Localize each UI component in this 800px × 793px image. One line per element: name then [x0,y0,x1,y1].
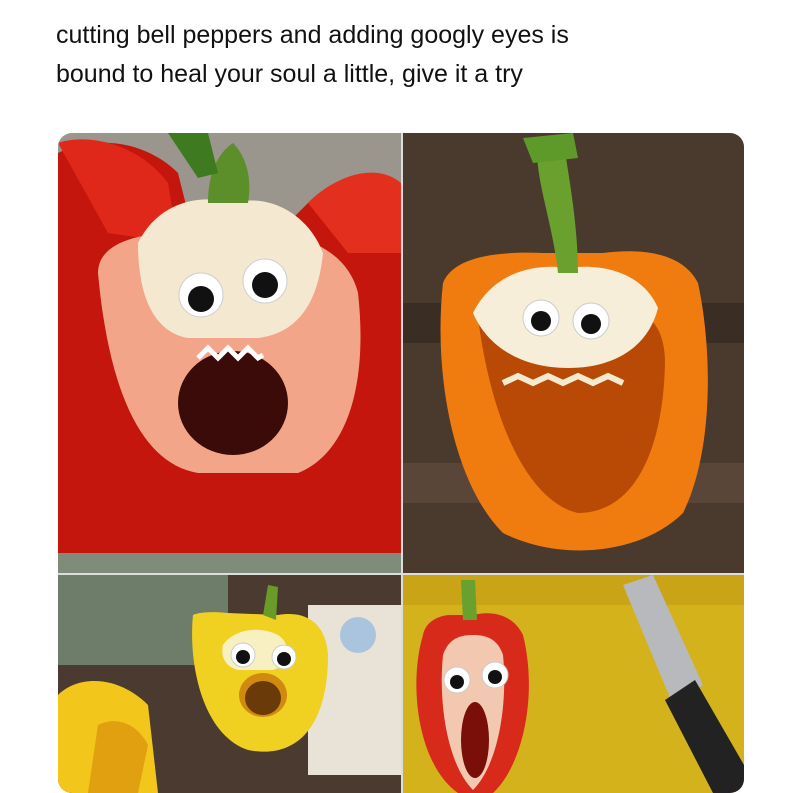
photo-orange-pepper[interactable] [403,133,744,573]
photo-red-pepper[interactable] [58,133,401,573]
post-text-line-1: cutting bell peppers and adding googly e… [56,21,569,49]
yellow-pepper-image [58,575,401,793]
red-pepper-slice-image [403,575,744,793]
photo-red-pepper-slice[interactable] [403,575,744,793]
red-pepper-image [58,133,401,573]
media-grid[interactable] [58,133,744,793]
photo-yellow-pepper[interactable] [58,575,401,793]
post-text: cutting bell peppers and adding googly e… [56,16,756,94]
orange-pepper-image [403,133,744,573]
post-text-line-2: bound to heal your soul a little, give i… [56,60,523,88]
